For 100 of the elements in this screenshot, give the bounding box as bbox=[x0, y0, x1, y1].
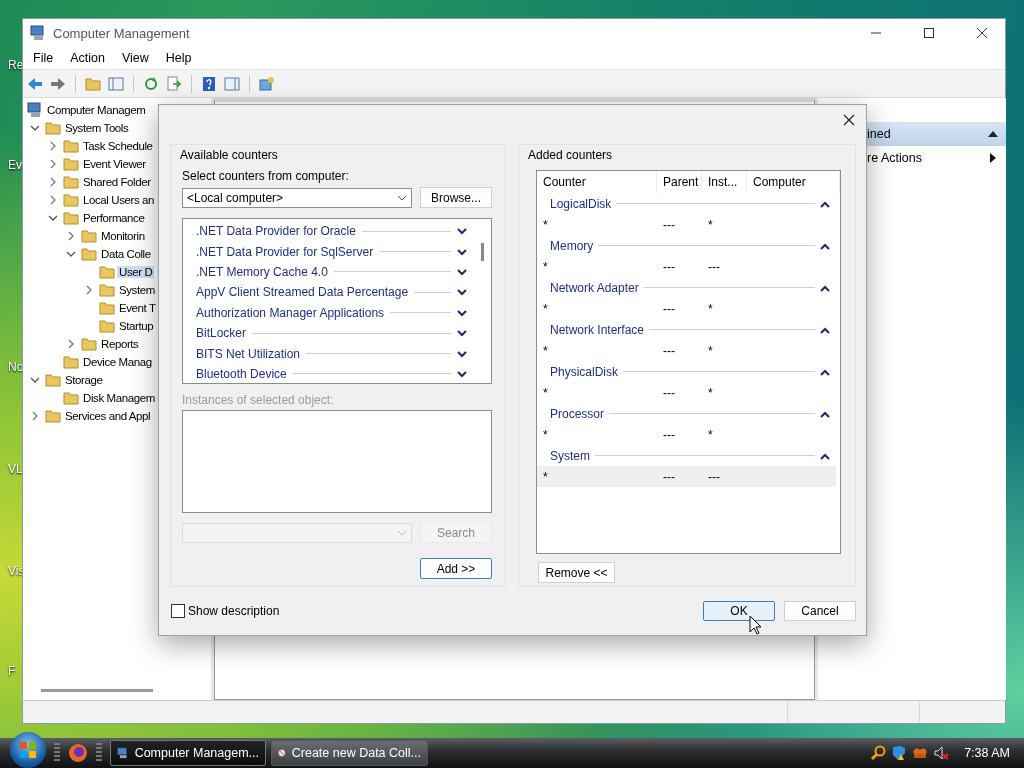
chevron-down-icon[interactable] bbox=[457, 349, 467, 358]
column-header[interactable]: Computer bbox=[747, 171, 840, 193]
export-icon bbox=[166, 75, 182, 92]
tree-item[interactable]: System Tools bbox=[63, 122, 131, 134]
chevron-right-icon[interactable] bbox=[66, 230, 76, 242]
counter-group[interactable]: System bbox=[550, 448, 590, 463]
tree-item[interactable]: Computer Managem bbox=[45, 104, 148, 116]
counter-category[interactable]: AppV Client Streamed Data Percentage bbox=[196, 282, 467, 303]
chevron-up-icon[interactable] bbox=[820, 367, 830, 376]
taskbar-button[interactable]: Create new Data Coll... bbox=[271, 740, 428, 766]
scrollbar[interactable] bbox=[41, 689, 153, 692]
folder-icon bbox=[45, 408, 61, 424]
remove-button[interactable]: Remove << bbox=[538, 562, 615, 583]
menu-item[interactable]: Help bbox=[157, 49, 201, 67]
tree-item[interactable]: Task Schedule bbox=[81, 140, 155, 152]
counter-category[interactable]: .NET Data Provider for Oracle bbox=[196, 221, 467, 242]
chevron-up-icon[interactable] bbox=[820, 325, 830, 334]
chevron-right-icon[interactable] bbox=[66, 338, 76, 350]
chevron-down-icon[interactable] bbox=[457, 267, 467, 276]
table-cell: * bbox=[708, 301, 713, 316]
chevron-right-icon[interactable] bbox=[84, 284, 94, 296]
tree-item[interactable]: User D bbox=[117, 266, 155, 278]
selected-row[interactable]: * --- --- bbox=[537, 466, 836, 487]
counter-category[interactable]: BITS Net Utilization bbox=[196, 343, 467, 364]
desktop-icon-label[interactable]: Ev bbox=[8, 158, 22, 172]
browser-icon[interactable] bbox=[68, 743, 88, 763]
chevron-right-icon[interactable] bbox=[48, 176, 58, 188]
column-header[interactable]: Inst... bbox=[702, 171, 747, 193]
tree-item[interactable]: Storage bbox=[63, 374, 105, 386]
column-header[interactable]: Counter bbox=[537, 171, 657, 193]
taskbar-button[interactable]: Computer Managem... bbox=[110, 740, 266, 766]
chevron-right-icon[interactable] bbox=[30, 410, 40, 422]
table-cell: * bbox=[708, 427, 713, 442]
tree-item[interactable]: Monitorin bbox=[99, 230, 147, 242]
instances-list[interactable] bbox=[182, 410, 492, 513]
chevron-up-icon[interactable] bbox=[820, 409, 830, 418]
table-cell: --- bbox=[663, 469, 675, 484]
cancel-button[interactable]: Cancel bbox=[784, 601, 856, 621]
ok-button[interactable]: OK bbox=[703, 601, 775, 621]
chevron-up-icon[interactable] bbox=[820, 241, 830, 250]
start-button[interactable] bbox=[10, 732, 46, 768]
menu-item[interactable]: Action bbox=[62, 49, 114, 67]
folder-icon bbox=[99, 318, 115, 334]
computer-dropdown[interactable]: <Local computer> bbox=[182, 187, 412, 208]
counter-group[interactable]: Processor bbox=[550, 406, 605, 421]
tree-item[interactable]: Event T bbox=[117, 302, 158, 314]
folder-icon bbox=[63, 354, 79, 370]
computer-icon bbox=[30, 25, 46, 41]
menu-item[interactable]: View bbox=[113, 49, 158, 67]
browse-button[interactable]: Browse... bbox=[420, 187, 492, 208]
export-button[interactable] bbox=[164, 73, 184, 94]
tree-item[interactable]: Startup bbox=[117, 320, 156, 332]
chevron-right-icon[interactable] bbox=[48, 140, 58, 152]
folder-icon bbox=[45, 120, 61, 136]
tree-item[interactable]: Reports bbox=[99, 338, 141, 350]
desktop-icon-label[interactable]: Re bbox=[8, 58, 24, 72]
counter-category[interactable]: Bluetooth Device bbox=[196, 363, 467, 383]
tree-item[interactable]: Performance bbox=[81, 212, 147, 224]
chevron-down-icon[interactable] bbox=[457, 329, 467, 338]
scrollbar[interactable] bbox=[481, 243, 484, 261]
counter-group[interactable]: PhysicalDisk bbox=[550, 364, 618, 379]
chevron-up-icon[interactable] bbox=[820, 283, 830, 292]
folder-icon bbox=[99, 264, 115, 280]
tree-item[interactable]: Data Colle bbox=[99, 248, 153, 260]
tree-item[interactable]: Disk Managem bbox=[81, 392, 157, 404]
checkbox[interactable] bbox=[171, 604, 185, 618]
counter-group[interactable]: Network Interface bbox=[550, 322, 645, 337]
tree-item[interactable]: Device Manag bbox=[81, 356, 154, 368]
counter-category[interactable]: Authorization Manager Applications bbox=[196, 302, 467, 323]
tree-item[interactable]: Event Viewer bbox=[81, 158, 148, 170]
menu-item[interactable]: File bbox=[25, 49, 63, 67]
magnifier-icon[interactable] bbox=[870, 745, 887, 761]
tree-item[interactable]: Local Users an bbox=[81, 194, 157, 206]
counter-category[interactable]: .NET Memory Cache 4.0 bbox=[196, 261, 467, 283]
counter-group[interactable]: LogicalDisk bbox=[550, 196, 612, 211]
clock[interactable]: 7:38 AM bbox=[964, 746, 1010, 760]
chevron-right-icon[interactable] bbox=[48, 194, 58, 206]
counter-category[interactable]: .NET Data Provider for SqlServer bbox=[196, 241, 467, 262]
add-button[interactable]: Add >> bbox=[420, 558, 492, 579]
chevron-down-icon[interactable] bbox=[457, 369, 467, 378]
counter-group[interactable]: Network Adapter bbox=[550, 280, 639, 295]
counter-group[interactable]: Memory bbox=[550, 238, 594, 253]
tree-item[interactable]: Shared Folder bbox=[81, 176, 153, 188]
chevron-down-icon[interactable] bbox=[457, 308, 467, 317]
table-cell: --- bbox=[663, 301, 675, 316]
column-header[interactable]: Parent bbox=[657, 171, 702, 193]
tree-item[interactable]: System bbox=[117, 284, 157, 296]
shield-warning-icon[interactable] bbox=[891, 745, 908, 761]
chevron-down-icon[interactable] bbox=[457, 288, 467, 297]
chevron-down-icon[interactable] bbox=[457, 227, 467, 236]
close-icon bbox=[976, 27, 988, 39]
table-cell: --- bbox=[708, 469, 720, 484]
counter-category[interactable]: BitLocker bbox=[196, 322, 467, 344]
checkbox-label[interactable]: Show description bbox=[188, 604, 280, 618]
chevron-down-icon[interactable] bbox=[457, 247, 467, 256]
tree-item[interactable]: Services and Appl bbox=[63, 410, 153, 422]
speaker-muted-icon[interactable] bbox=[933, 745, 950, 761]
chevron-up-icon[interactable] bbox=[820, 199, 830, 208]
chevron-right-icon[interactable] bbox=[48, 158, 58, 170]
chevron-up-icon[interactable] bbox=[820, 451, 830, 460]
